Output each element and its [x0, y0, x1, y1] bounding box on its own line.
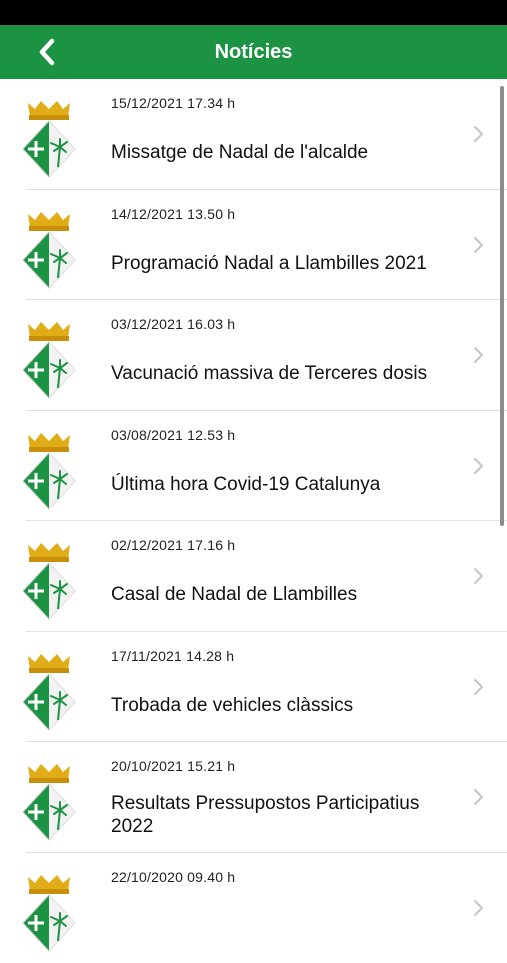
news-title: Missatge de Nadal de l'alcalde [111, 141, 451, 164]
chevron-right-icon [472, 677, 484, 697]
news-title: Resultats Pressupostos Participatius 202… [111, 792, 451, 838]
news-date: 22/10/2020 09.40 h [111, 869, 235, 885]
chevron-right-icon [472, 898, 484, 918]
nav-bar: Notícies [0, 25, 507, 79]
news-title: Casal de Nadal de Llambilles [111, 583, 451, 606]
town-crest-icon [21, 431, 77, 511]
chevron-right-icon [472, 235, 484, 255]
chevron-right-icon [472, 124, 484, 144]
news-item[interactable]: 15/12/2021 17.34 h Missatge de Nadal de … [0, 79, 507, 190]
town-crest-icon [21, 762, 77, 842]
news-list: 15/12/2021 17.34 h Missatge de Nadal de … [0, 79, 507, 963]
news-date: 03/08/2021 12.53 h [111, 427, 235, 443]
town-crest-icon [21, 541, 77, 621]
chevron-right-icon [472, 566, 484, 586]
chevron-right-icon [472, 456, 484, 476]
town-crest-icon [21, 320, 77, 400]
back-button[interactable] [30, 35, 64, 69]
news-title: Trobada de vehicles clàssics [111, 694, 451, 717]
status-bar [0, 0, 507, 25]
news-item[interactable]: 22/10/2020 09.40 h [0, 853, 507, 963]
chevron-right-icon [472, 345, 484, 365]
town-crest-icon [21, 652, 77, 732]
news-date: 17/11/2021 14.28 h [111, 648, 234, 664]
town-crest-icon [21, 99, 77, 179]
news-item[interactable]: 02/12/2021 17.16 h Casal de Nadal de Lla… [0, 521, 507, 632]
news-date: 20/10/2021 15.21 h [111, 758, 235, 774]
news-item[interactable]: 14/12/2021 13.50 h Programació Nadal a L… [0, 190, 507, 301]
news-item[interactable]: 20/10/2021 15.21 h Resultats Pressuposto… [0, 742, 507, 853]
chevron-left-icon [37, 38, 57, 66]
news-date: 03/12/2021 16.03 h [111, 316, 235, 332]
town-crest-icon [21, 873, 77, 953]
town-crest-icon [21, 210, 77, 290]
news-item[interactable]: 17/11/2021 14.28 h Trobada de vehicles c… [0, 632, 507, 743]
news-title: Programació Nadal a Llambilles 2021 [111, 252, 451, 275]
scrollbar[interactable] [500, 86, 504, 526]
news-date: 15/12/2021 17.34 h [111, 95, 235, 111]
news-item[interactable]: 03/08/2021 12.53 h Última hora Covid-19 … [0, 411, 507, 522]
news-item[interactable]: 03/12/2021 16.03 h Vacunació massiva de … [0, 300, 507, 411]
news-date: 02/12/2021 17.16 h [111, 537, 235, 553]
chevron-right-icon [472, 787, 484, 807]
news-date: 14/12/2021 13.50 h [111, 206, 235, 222]
news-title: Vacunació massiva de Terceres dosis [111, 362, 451, 385]
page-title: Notícies [0, 25, 507, 79]
news-title: Última hora Covid-19 Catalunya [111, 473, 451, 496]
